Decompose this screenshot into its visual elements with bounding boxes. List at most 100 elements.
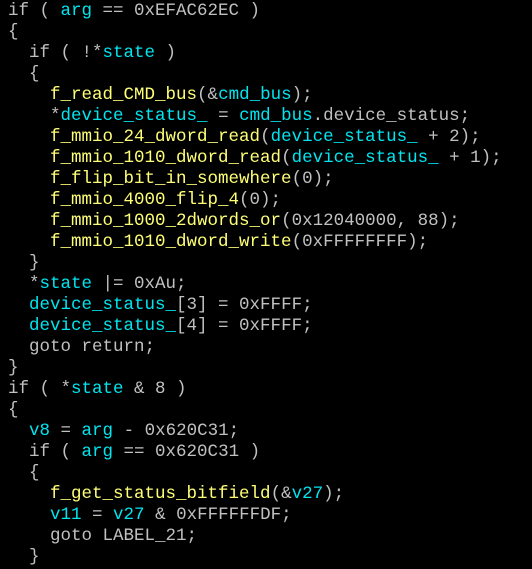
code-line: f_read_CMD_bus(&cmd_bus); [8, 85, 313, 106]
code-text: (& [270, 484, 292, 504]
variable-name: device_status_ [60, 106, 208, 126]
decompiled-code-view[interactable]: if ( arg == 0xEFAC62EC ){ if ( !*state )… [0, 0, 532, 569]
variable-name: device_status_ [29, 295, 177, 315]
function-name: f_mmio_1000_2dwords_or [50, 211, 282, 231]
code-line: { [8, 22, 19, 43]
code-text: } [29, 547, 40, 567]
code-text: [4] = 0xFFFF; [176, 316, 313, 336]
function-name: f_flip_bit_in_somewhere [50, 169, 292, 189]
code-text: if ( * [8, 379, 72, 399]
code-text: } [29, 253, 40, 273]
code-line: *state |= 0xAu; [8, 274, 187, 295]
code-line: f_mmio_1000_2dwords_or(0x12040000, 88); [8, 211, 460, 232]
variable-name: v8 [29, 421, 51, 441]
variable-name: device_status_ [29, 316, 177, 336]
code-text: goto return; [29, 337, 156, 357]
function-name: f_mmio_24_dword_read [50, 127, 261, 147]
code-text: goto LABEL_21; [50, 526, 198, 546]
code-line: *device_status_ = cmd_bus.device_status; [8, 106, 470, 127]
code-text: * [50, 106, 61, 126]
code-line: if ( *state & 8 ) [8, 379, 187, 400]
code-text: { [29, 463, 40, 483]
code-line: f_mmio_24_dword_read(device_status_ + 2)… [8, 127, 481, 148]
code-line: if ( arg == 0xEFAC62EC ) [8, 1, 260, 22]
code-text: = [81, 505, 114, 525]
code-text: (& [197, 85, 219, 105]
function-name: f_mmio_1010_dword_read [50, 148, 282, 168]
function-name: f_mmio_4000_flip_4 [50, 190, 240, 210]
code-line: v11 = v27 & 0xFFFFFFDF; [8, 505, 292, 526]
code-text: (0); [239, 190, 282, 210]
code-line: goto return; [8, 337, 155, 358]
variable-name: v27 [291, 484, 324, 504]
code-text: * [29, 274, 40, 294]
code-line: { [8, 463, 40, 484]
code-text: ) [155, 43, 177, 63]
variable-name: device_status_ [270, 127, 418, 147]
code-text: & 8 ) [123, 379, 187, 399]
code-line: f_mmio_1010_dword_write(0xFFFFFFFF); [8, 232, 428, 253]
code-text: = [207, 106, 240, 126]
code-text: ( [260, 127, 271, 147]
code-text: |= 0xAu; [92, 274, 187, 294]
code-text: == 0xEFAC62EC ) [92, 1, 261, 21]
code-line: goto LABEL_21; [8, 526, 197, 547]
code-text: ); [291, 85, 313, 105]
code-text: { [29, 64, 40, 84]
variable-name: device_status_ [291, 148, 439, 168]
code-text: if ( [8, 1, 61, 21]
code-text: = [50, 421, 82, 441]
variable-name: cmd_bus [218, 85, 292, 105]
code-line: f_mmio_4000_flip_4(0); [8, 190, 281, 211]
code-line: f_get_status_bitfield(&v27); [8, 484, 344, 505]
function-name: f_get_status_bitfield [50, 484, 271, 504]
code-text: { [8, 22, 19, 42]
function-name: f_read_CMD_bus [50, 85, 198, 105]
code-line: f_mmio_1010_dword_read(device_status_ + … [8, 148, 502, 169]
code-line: device_status_[4] = 0xFFFF; [8, 316, 313, 337]
function-name: f_mmio_1010_dword_write [50, 232, 292, 252]
variable-name: arg [81, 421, 114, 441]
code-text: } [8, 358, 19, 378]
code-line: device_status_[3] = 0xFFFF; [8, 295, 313, 316]
code-line: { [8, 400, 19, 421]
code-text: ( [281, 148, 292, 168]
code-text: if ( !* [29, 43, 103, 63]
variable-name: state [39, 274, 93, 294]
code-line: f_flip_bit_in_somewhere(0); [8, 169, 334, 190]
code-line: if ( !*state ) [8, 43, 176, 64]
code-text: + 2); [417, 127, 481, 147]
variable-name: arg [60, 1, 93, 21]
code-line: v8 = arg - 0x620C31; [8, 421, 239, 442]
code-line: } [8, 253, 40, 274]
code-line: } [8, 547, 40, 568]
code-line: { [8, 64, 40, 85]
code-text: (0); [291, 169, 334, 189]
variable-name: cmd_bus [239, 106, 313, 126]
variable-name: state [71, 379, 124, 399]
code-text: (0xFFFFFFFF); [291, 232, 429, 252]
variable-name: arg [81, 442, 114, 462]
code-line: if ( arg == 0x620C31 ) [8, 442, 260, 463]
code-text: [3] = 0xFFFF; [176, 295, 313, 315]
code-text: { [8, 400, 19, 420]
code-text: .device_status; [312, 106, 471, 126]
